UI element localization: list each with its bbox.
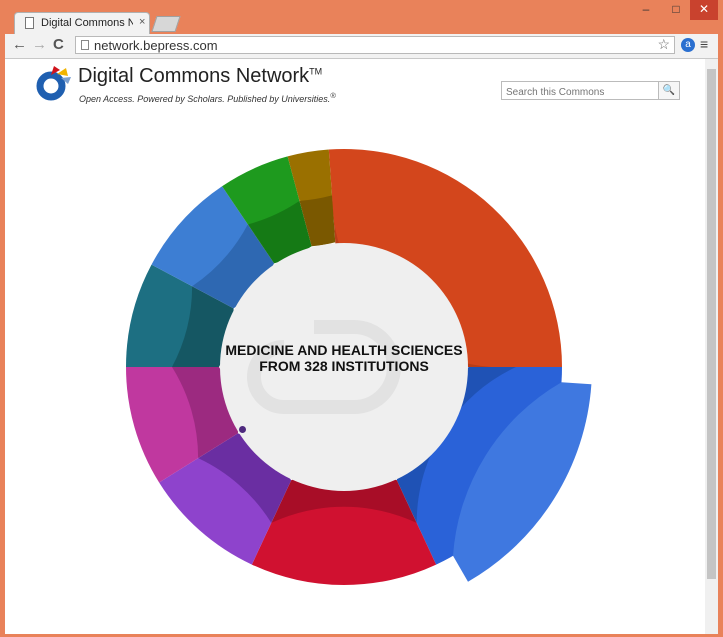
vertical-scrollbar[interactable] (705, 59, 718, 634)
back-icon[interactable]: ← (12, 36, 27, 53)
reload-icon[interactable]: C (53, 36, 64, 53)
center-label-line1: MEDICINE AND HEALTH SCIENCES (225, 342, 463, 358)
maximize-icon[interactable]: □ (662, 0, 690, 20)
extension-icon[interactable]: a (681, 38, 695, 52)
new-tab-button[interactable] (151, 16, 181, 32)
tab-title: Digital Commons Networ (41, 17, 133, 29)
page-viewport: Digital Commons NetworkTM Open Access. P… (5, 59, 705, 634)
forward-icon[interactable]: → (32, 36, 47, 53)
sunburst-center-label[interactable]: MEDICINE AND HEALTH SCIENCES FROM 328 IN… (194, 342, 494, 374)
bookmark-star-icon[interactable]: ☆ (657, 36, 670, 53)
scrollbar-thumb[interactable] (707, 69, 716, 579)
close-window-icon[interactable]: ✕ (690, 0, 718, 20)
page-icon (25, 17, 34, 29)
browser-tab[interactable]: Digital Commons Networ × (14, 12, 150, 34)
center-label-line2: FROM 328 INSTITUTIONS (259, 358, 429, 374)
address-bar[interactable]: network.bepress.com ☆ (75, 36, 675, 54)
url-text: network.bepress.com (94, 38, 218, 53)
browser-menu-icon[interactable]: ≡ (700, 36, 708, 52)
page-info-icon[interactable] (81, 40, 89, 50)
window-titlebar: Digital Commons Networ × – □ ✕ (0, 0, 723, 34)
close-tab-icon[interactable]: × (139, 16, 145, 28)
minimize-icon[interactable]: – (632, 0, 660, 20)
browser-toolbar: ← → C network.bepress.com ☆ a ≡ (5, 34, 718, 59)
center-dot-marker[interactable] (239, 426, 246, 433)
